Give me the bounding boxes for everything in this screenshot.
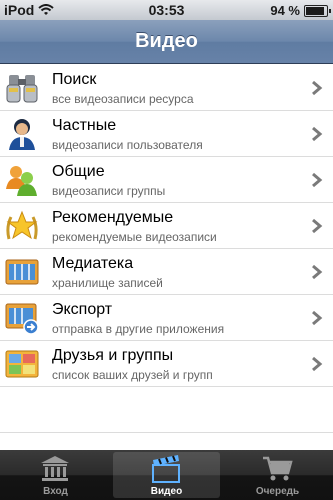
list-item-title: Общие	[52, 163, 105, 180]
chevron-right-icon	[312, 80, 323, 96]
friends-icon	[5, 347, 39, 381]
export-icon	[5, 301, 39, 335]
list-item-subtitle: видеозаписи группы	[52, 184, 166, 198]
tab-label: Видео	[150, 486, 183, 497]
list-item-media-library[interactable]: Медиатека хранилище записей	[0, 249, 333, 295]
film-icon	[5, 255, 39, 289]
star-icon	[5, 209, 39, 243]
battery-status: 94 %	[270, 3, 331, 18]
list-item-title: Поиск	[52, 71, 97, 88]
tab-queue[interactable]: Очередь	[222, 450, 333, 500]
list-item-export[interactable]: Экспорт отправка в другие приложения	[0, 295, 333, 341]
list-item-subtitle: хранилище записей	[52, 276, 163, 290]
list-item-subtitle: список ваших друзей и групп	[52, 368, 213, 382]
list-item-title: Друзья и группы	[52, 347, 174, 364]
list-item-subtitle: все видеозаписи ресурса	[52, 92, 194, 106]
chevron-right-icon	[312, 264, 323, 280]
tab-bar: Вход Видео Очередь	[0, 450, 333, 500]
list-item-title: Рекомендуемые	[52, 209, 174, 226]
page-title: Видео	[135, 30, 198, 52]
chevron-right-icon	[312, 172, 323, 188]
tab-login[interactable]: Вход	[0, 450, 111, 500]
clapperboard-icon	[152, 455, 180, 483]
battery-fill	[306, 6, 324, 15]
chevron-right-icon	[312, 356, 323, 372]
list-item-title: Частные	[52, 117, 117, 134]
menu-list: Поиск все видеозаписи ресурса Частные ви…	[0, 65, 333, 433]
list-item-private[interactable]: Частные видеозаписи пользователя	[0, 111, 333, 157]
tab-label: Вход	[43, 486, 68, 497]
tab-label: Очередь	[255, 486, 300, 497]
list-item-subtitle: рекомендуемые видеозаписи	[52, 230, 217, 244]
tab-video[interactable]: Видео	[111, 450, 222, 500]
bank-icon	[41, 456, 69, 481]
list-item-subtitle: отправка в другие приложения	[52, 322, 225, 336]
list-item-title: Медиатека	[52, 255, 134, 272]
binoculars-icon	[5, 71, 39, 105]
empty-row	[0, 387, 333, 433]
user-icon	[5, 117, 39, 151]
battery-percent: 94 %	[270, 3, 300, 18]
cart-icon	[263, 456, 293, 481]
battery-icon	[304, 4, 331, 17]
list-item-recommended[interactable]: Рекомендуемые рекомендуемые видеозаписи	[0, 203, 333, 249]
list-item-subtitle: видеозаписи пользователя	[52, 138, 203, 152]
status-bar: iPod 03:53 94 %	[0, 0, 333, 20]
chevron-right-icon	[312, 310, 323, 326]
navigation-bar: Видео	[0, 20, 333, 64]
group-icon	[5, 163, 39, 197]
list-item-search[interactable]: Поиск все видеозаписи ресурса	[0, 65, 333, 111]
list-item-shared[interactable]: Общие видеозаписи группы	[0, 157, 333, 203]
list-item-friends-groups[interactable]: Друзья и группы список ваших друзей и гр…	[0, 341, 333, 387]
chevron-right-icon	[312, 218, 323, 234]
chevron-right-icon	[312, 126, 323, 142]
list-item-title: Экспорт	[52, 301, 113, 318]
